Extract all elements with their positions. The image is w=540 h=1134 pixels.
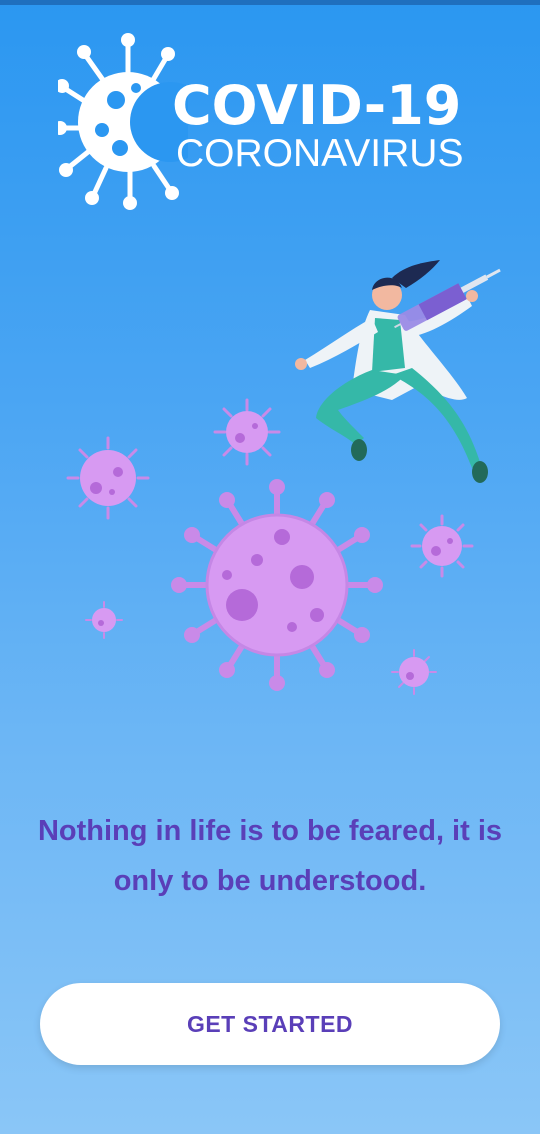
virus-small-icon	[85, 601, 123, 639]
quote-line-2: only to be understood.	[113, 865, 427, 897]
virus-medium-icon	[213, 398, 281, 466]
virus-large-icon	[171, 479, 383, 691]
virus-medium-icon	[66, 436, 150, 520]
status-bar-strip	[0, 0, 540, 5]
quote-text: Nothing in life is to be feared, it is o…	[0, 806, 540, 906]
logo-subtitle: CORONAVIRUS	[176, 132, 464, 175]
virus-icon	[58, 33, 188, 210]
doctor-figure	[295, 260, 501, 483]
logo-title: COVID-19	[172, 74, 462, 137]
quote-line-1: Nothing in life is to be feared, it is	[37, 815, 503, 847]
get-started-button[interactable]: GET STARTED	[40, 983, 500, 1065]
virus-medium-icon	[410, 514, 474, 578]
virus-small-icon	[391, 649, 437, 695]
app-logo: COVID-19 CORONAVIRUS	[58, 30, 488, 210]
doctor-virus-illustration	[66, 260, 501, 695]
